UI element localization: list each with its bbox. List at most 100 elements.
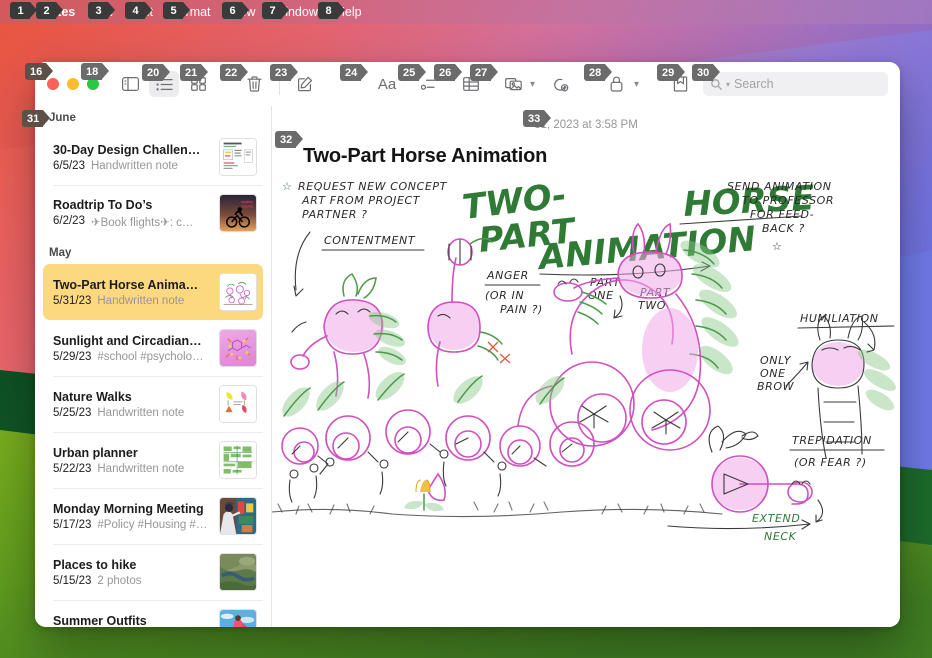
note-meta: 5/25/23 Handwritten note: [53, 407, 211, 419]
media-icon[interactable]: [498, 71, 528, 97]
search-field[interactable]: ▾ Search: [703, 72, 888, 96]
window-body: June 30-Day Design Challen… 6/5/23 Handw…: [35, 106, 900, 627]
annotation-tag-4: 4: [125, 2, 152, 19]
note-date: 5/29/23: [53, 350, 92, 363]
annotation-tag-31: 31: [22, 110, 51, 127]
note-date: 5/31/23: [53, 294, 92, 307]
annotation-tag-18: 18: [81, 63, 110, 80]
annotation-tag-21: 21: [180, 64, 209, 81]
search-input[interactable]: Search: [734, 77, 774, 91]
note-date: 5/25/23: [53, 406, 92, 419]
note-date: 5/15/23: [53, 574, 92, 587]
list-item[interactable]: Places to hike 5/15/23 2 photos: [43, 544, 263, 600]
star-glyph: ☆: [282, 180, 292, 193]
hw-brow-1: ONLY: [760, 354, 792, 367]
note-item-text: 30-Day Design Challen… 6/5/23 Handwritte…: [53, 143, 211, 172]
note-date: 6/2/23: [53, 214, 85, 227]
annotation-tag-6: 6: [222, 2, 249, 19]
list-item[interactable]: Roadtrip To Do’s 6/2/23 ✈︎Book flights✈︎…: [43, 185, 263, 241]
list-item[interactable]: Nature Walks 5/25/23 Handwritten note: [43, 376, 263, 432]
hw-extend: EXTEND: [752, 512, 800, 525]
svg-text:roadtrip: roadtrip: [241, 200, 253, 204]
format-label: Aa: [377, 75, 397, 93]
note-thumbnail: [219, 273, 257, 311]
note-date: 5/22/23: [53, 462, 92, 475]
list-item[interactable]: Sunlight and Circadian… 5/29/23 #school …: [43, 320, 263, 376]
annotation-tag-26: 26: [434, 64, 463, 81]
annotation-tag-2: 2: [36, 2, 63, 19]
note-title: Monday Morning Meeting: [53, 501, 204, 516]
chevron-down-icon[interactable]: ▾: [530, 79, 535, 90]
annotation-tag-25: 25: [398, 64, 427, 81]
share-icon[interactable]: [546, 71, 576, 97]
list-item[interactable]: Summer Outfits 5/15/23: [43, 600, 263, 627]
handwritten-drawing-canvas[interactable]: .hw { font-family:"DejaVu Sans", sans-se…: [272, 174, 900, 627]
annotation-tag-1: 1: [10, 2, 37, 19]
lock-chevron-down-icon[interactable]: ▾: [634, 79, 639, 90]
note-meta: 5/17/23 #Policy #Housing #…: [53, 519, 211, 531]
note-meta: 5/15/23 2 photos: [53, 575, 211, 587]
hw-request-1: REQUEST NEW CONCEPT: [298, 180, 448, 193]
annotation-tag-27: 27: [470, 64, 499, 81]
hw-brow-2: ONE: [760, 367, 786, 380]
note-item-text: Summer Outfits 5/15/23: [53, 614, 211, 628]
note-title: Summer Outfits: [53, 613, 147, 628]
note-title: Roadtrip To Do’s: [53, 197, 153, 212]
annotation-tag-29: 29: [657, 64, 686, 81]
close-button[interactable]: [47, 78, 59, 90]
hw-send-2: TO PROFESSOR: [742, 194, 834, 207]
note-item-text: Urban planner 5/22/23 Handwritten note: [53, 446, 211, 475]
minimize-button[interactable]: [67, 78, 79, 90]
note-thumbnail: roadtrip trip list: [219, 194, 257, 232]
svg-text:trip list: trip list: [243, 205, 253, 209]
hw-anger-1: ANGER: [486, 269, 529, 282]
annotation-tag-7: 7: [262, 2, 289, 19]
note-thumbnail: [219, 385, 257, 423]
note-subtitle: 2 photos: [97, 574, 142, 587]
annotation-tag-5: 5: [163, 2, 190, 19]
note-subtitle: Handwritten note: [90, 159, 178, 172]
note-timestamp: 31, 2023 at 3:58 PM: [534, 119, 638, 131]
annotation-tag-28: 28: [584, 64, 613, 81]
annotation-tag-24: 24: [340, 64, 369, 81]
annotation-tag-20: 20: [142, 64, 171, 81]
note-thumbnail: [219, 497, 257, 535]
search-chevron-down-icon[interactable]: ▾: [726, 80, 730, 89]
note-list-sidebar[interactable]: June 30-Day Design Challen… 6/5/23 Handw…: [35, 106, 272, 627]
hw-request-3: PARTNER ?: [302, 208, 368, 221]
note-title: Two-Part Horse Anima…: [53, 277, 199, 292]
note-detail-pane[interactable]: 31, 2023 at 3:58 PM Two-Part Horse Anima…: [272, 106, 900, 627]
list-item[interactable]: Monday Morning Meeting 5/17/23 #Policy #…: [43, 488, 263, 544]
note-meta: 5/29/23 #school #psycholo…: [53, 351, 211, 363]
list-item[interactable]: 30-Day Design Challen… 6/5/23 Handwritte…: [43, 129, 263, 185]
note-group-header-may: May: [49, 247, 72, 259]
notes-window: Aa ▾ ▾ ▾ Search June 30-Day Design Chall…: [35, 62, 900, 627]
note-title: Places to hike: [53, 557, 137, 572]
hw-humiliation: HUMILIATION: [800, 312, 879, 325]
sketch-flower: [404, 479, 444, 512]
note-thumbnail: [219, 441, 257, 479]
hw-contentment: CONTENTMENT: [324, 234, 416, 247]
hw-anger-2: (OR IN: [485, 289, 524, 302]
note-item-text: Nature Walks 5/25/23 Handwritten note: [53, 390, 211, 419]
note-subtitle: Handwritten note: [97, 406, 185, 419]
hw-send-3: FOR FEED-: [750, 208, 814, 221]
list-item[interactable]: Urban planner 5/22/23 Handwritten note: [43, 432, 263, 488]
note-date: 5/17/23: [53, 518, 92, 531]
note-subtitle: Handwritten note: [97, 294, 185, 307]
hw-brow-3: BROW: [757, 380, 795, 393]
list-item[interactable]: Two-Part Horse Anima… 5/31/23 Handwritte…: [43, 264, 263, 320]
note-thumbnail: [219, 138, 257, 176]
note-subtitle: #Policy #Housing #…: [97, 518, 208, 531]
note-title: 30-Day Design Challen…: [53, 142, 201, 157]
sidebar-toggle-icon[interactable]: [115, 71, 145, 97]
hw-trepidation-2: (OR FEAR ?): [794, 456, 867, 469]
annotation-tag-22: 22: [220, 64, 249, 81]
note-title: Sunlight and Circadian…: [53, 333, 202, 348]
note-title: Nature Walks: [53, 389, 132, 404]
hw-send-1: SEND ANIMATION: [727, 180, 832, 193]
note-subtitle: #school #psycholo…: [97, 350, 204, 363]
note-item-text: Monday Morning Meeting 5/17/23 #Policy #…: [53, 502, 211, 531]
note-subtitle: ✈︎Book flights✈︎: c…: [90, 216, 194, 229]
annotation-tag-3: 3: [88, 2, 115, 19]
